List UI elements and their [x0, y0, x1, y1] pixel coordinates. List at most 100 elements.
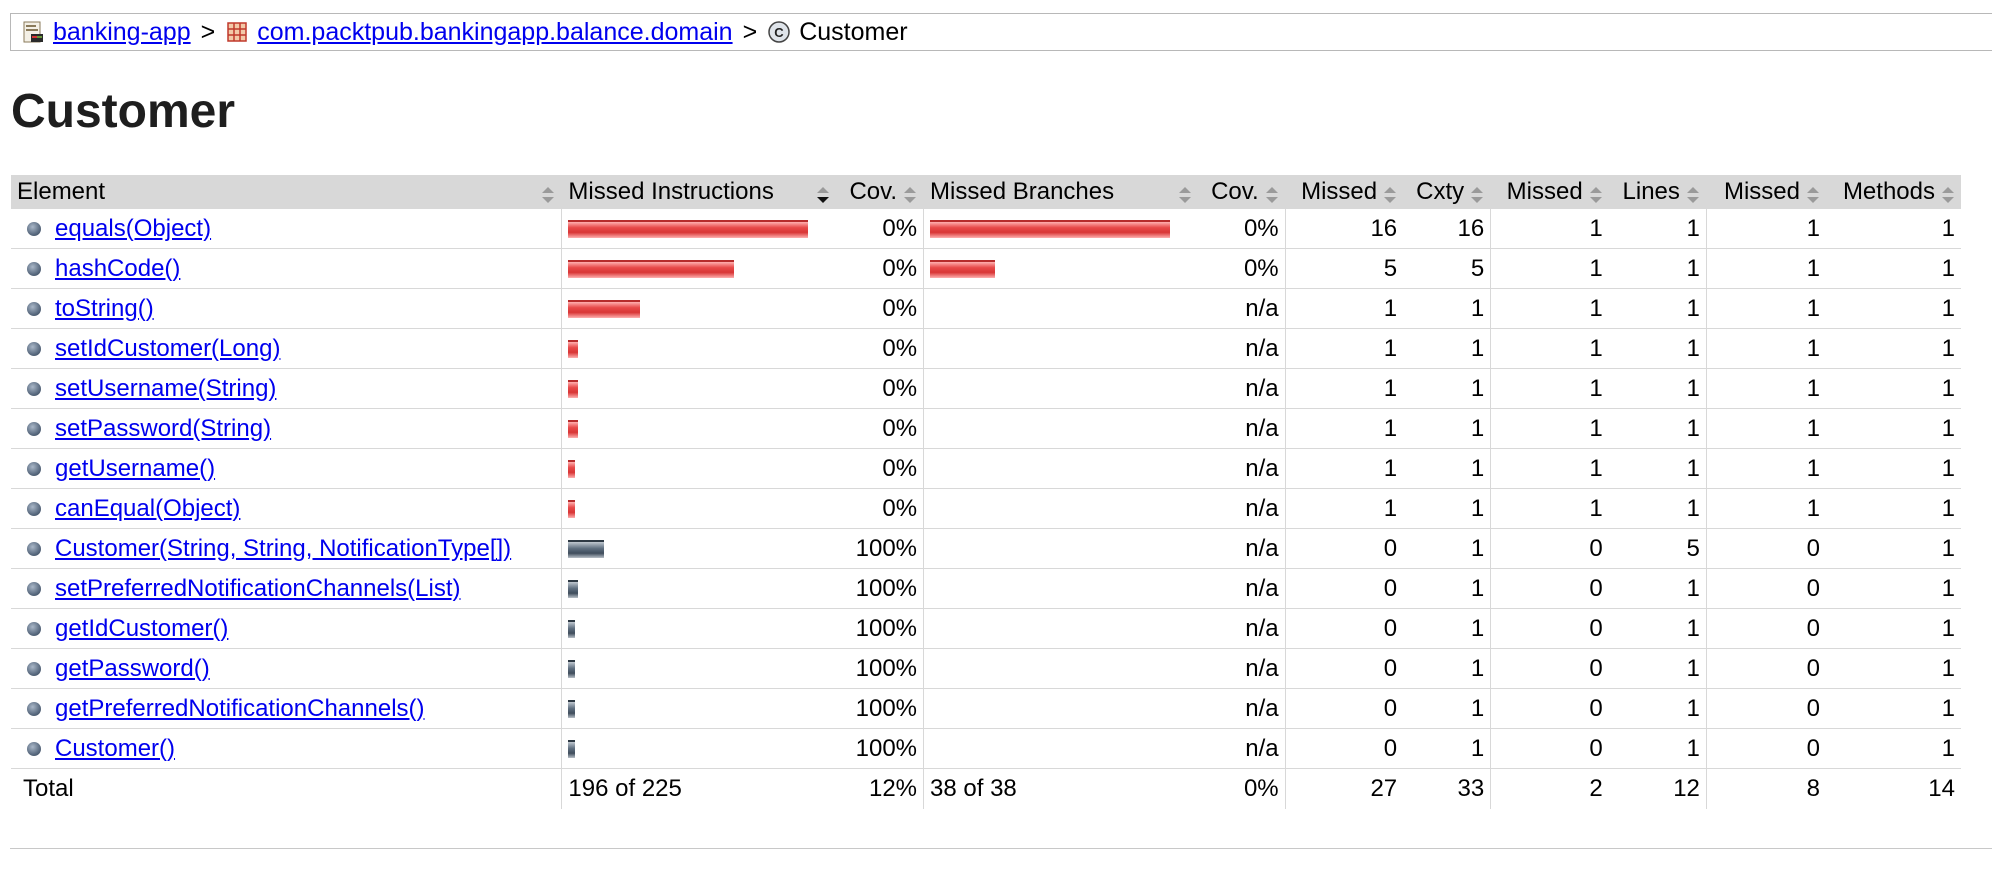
- header-complexity[interactable]: Cxty: [1403, 175, 1491, 209]
- branches-coverage: n/a: [1198, 728, 1286, 769]
- complexity-value: 1: [1470, 334, 1485, 362]
- covered-instructions-bar: [568, 699, 576, 718]
- missed-methods-value: 1: [1806, 494, 1820, 522]
- instructions-coverage: 100%: [836, 648, 924, 689]
- breadcrumb-separator: >: [742, 17, 758, 46]
- table-row: setPassword(String) 0% n/a 1 1 1 1 1 1: [11, 408, 1961, 449]
- instructions-coverage-value: 0%: [882, 334, 918, 362]
- element-cell: getIdCustomer(): [11, 608, 562, 649]
- missed-lines: 0: [1490, 608, 1609, 649]
- header-missed-instructions[interactable]: Missed Instructions: [561, 175, 837, 209]
- missed-branches-bar: [923, 209, 1199, 249]
- total-missed-lines: 2: [1490, 768, 1609, 809]
- instructions-coverage: 0%: [836, 248, 924, 289]
- missed-methods: 1: [1705, 488, 1826, 529]
- table-total-row: Total 196 of 225 12% 38 of 38 0% 27 33 2…: [11, 768, 1961, 809]
- header-missed-methods[interactable]: Missed: [1705, 175, 1826, 209]
- missed-methods: 0: [1705, 608, 1826, 649]
- missed-branches-bar: [923, 688, 1199, 729]
- missed-methods: 1: [1705, 368, 1826, 409]
- complexity: 1: [1403, 408, 1491, 449]
- methods-value: 1: [1941, 534, 1955, 562]
- complexity-value: 1: [1470, 294, 1485, 322]
- lines: 1: [1608, 408, 1707, 449]
- missed-complexity: 1: [1284, 488, 1404, 529]
- methods-value: 1: [1941, 574, 1955, 602]
- method-link[interactable]: setPreferredNotificationChannels(List): [55, 575, 461, 603]
- method-link[interactable]: getPassword(): [55, 655, 210, 683]
- header-missed-lines[interactable]: Missed: [1490, 175, 1609, 209]
- method-link[interactable]: getIdCustomer(): [55, 615, 228, 643]
- instructions-coverage-value: 0%: [882, 414, 918, 442]
- missed-lines: 0: [1490, 648, 1609, 689]
- missed-complexity-value: 1: [1383, 414, 1398, 442]
- branches-coverage: n/a: [1198, 528, 1286, 569]
- missed-lines-value: 1: [1589, 494, 1603, 522]
- header-missed-branches[interactable]: Missed Branches: [923, 175, 1199, 209]
- breadcrumb-project-link[interactable]: banking-app: [53, 18, 191, 47]
- method-link[interactable]: Customer(): [55, 735, 175, 763]
- method-link[interactable]: setUsername(String): [55, 375, 276, 403]
- table-row: toString() 0% n/a 1 1 1 1 1 1: [11, 288, 1961, 329]
- missed-complexity: 1: [1284, 448, 1404, 489]
- header-methods[interactable]: Methods: [1826, 175, 1961, 209]
- methods-value: 1: [1941, 454, 1955, 482]
- missed-instructions-bar: [561, 568, 837, 609]
- element-cell: setPassword(String): [11, 408, 562, 449]
- missed-methods-value: 0: [1806, 654, 1820, 682]
- method-link[interactable]: getUsername(): [55, 455, 215, 483]
- instructions-bar-wrapper: [568, 289, 830, 328]
- missed-methods-value: 0: [1806, 534, 1820, 562]
- header-element[interactable]: Element: [11, 175, 562, 209]
- method-link[interactable]: equals(Object): [55, 215, 211, 243]
- total-missed-complexity: 27: [1284, 768, 1404, 809]
- complexity-value: 1: [1470, 614, 1485, 642]
- method-link[interactable]: setIdCustomer(Long): [55, 335, 280, 363]
- lines-value: 1: [1686, 494, 1700, 522]
- missed-lines: 0: [1490, 568, 1609, 609]
- methods: 1: [1826, 368, 1961, 409]
- missed-branches-bar: [923, 408, 1199, 449]
- lines-value: 1: [1686, 254, 1700, 282]
- branches-coverage: n/a: [1198, 488, 1286, 529]
- breadcrumb-package-link[interactable]: com.packtpub.bankingapp.balance.domain: [257, 18, 732, 47]
- method-link[interactable]: Customer(String, String, NotificationTyp…: [55, 535, 511, 563]
- instructions-bar-wrapper: [568, 689, 830, 728]
- total-label: Total: [23, 775, 74, 802]
- missed-lines-value: 0: [1589, 574, 1603, 602]
- lines: 1: [1608, 728, 1707, 769]
- method-link[interactable]: canEqual(Object): [55, 495, 240, 523]
- element-cell: setPreferredNotificationChannels(List): [11, 568, 562, 609]
- complexity-value: 1: [1470, 654, 1485, 682]
- missed-instructions-bar-red: [568, 419, 579, 438]
- table-row: canEqual(Object) 0% n/a 1 1 1 1 1 1: [11, 488, 1961, 529]
- missed-lines-value: 1: [1589, 334, 1603, 362]
- sort-arrows-icon: [1806, 183, 1820, 203]
- complexity-value: 1: [1470, 694, 1485, 722]
- method-bullet-icon: [27, 381, 41, 396]
- method-link[interactable]: toString(): [55, 295, 154, 323]
- branches-bar-wrapper: [930, 409, 1192, 448]
- header-branches-coverage[interactable]: Cov.: [1198, 175, 1286, 209]
- table-row: Customer() 100% n/a 0 1 0 1 0 1: [11, 728, 1961, 769]
- instructions-coverage: 100%: [836, 688, 924, 729]
- missed-methods-value: 0: [1806, 614, 1820, 642]
- method-link[interactable]: getPreferredNotificationChannels(): [55, 695, 425, 723]
- covered-instructions-bar: [568, 619, 576, 638]
- missed-complexity: 1: [1284, 368, 1404, 409]
- header-missed-complexity[interactable]: Missed: [1284, 175, 1404, 209]
- missed-instructions-bar: [561, 608, 837, 649]
- lines: 1: [1608, 688, 1707, 729]
- branches-coverage-value: n/a: [1245, 494, 1279, 522]
- missed-methods: 1: [1705, 288, 1826, 329]
- table-row: Customer(String, String, NotificationTyp…: [11, 528, 1961, 569]
- header-lines[interactable]: Lines: [1608, 175, 1707, 209]
- instructions-bar-wrapper: [568, 329, 830, 368]
- missed-complexity: 0: [1284, 728, 1404, 769]
- method-link[interactable]: setPassword(String): [55, 415, 271, 443]
- lines: 1: [1608, 328, 1707, 369]
- methods-value: 1: [1941, 654, 1955, 682]
- instructions-coverage: 100%: [836, 568, 924, 609]
- header-instructions-coverage[interactable]: Cov.: [836, 175, 924, 209]
- method-link[interactable]: hashCode(): [55, 255, 180, 283]
